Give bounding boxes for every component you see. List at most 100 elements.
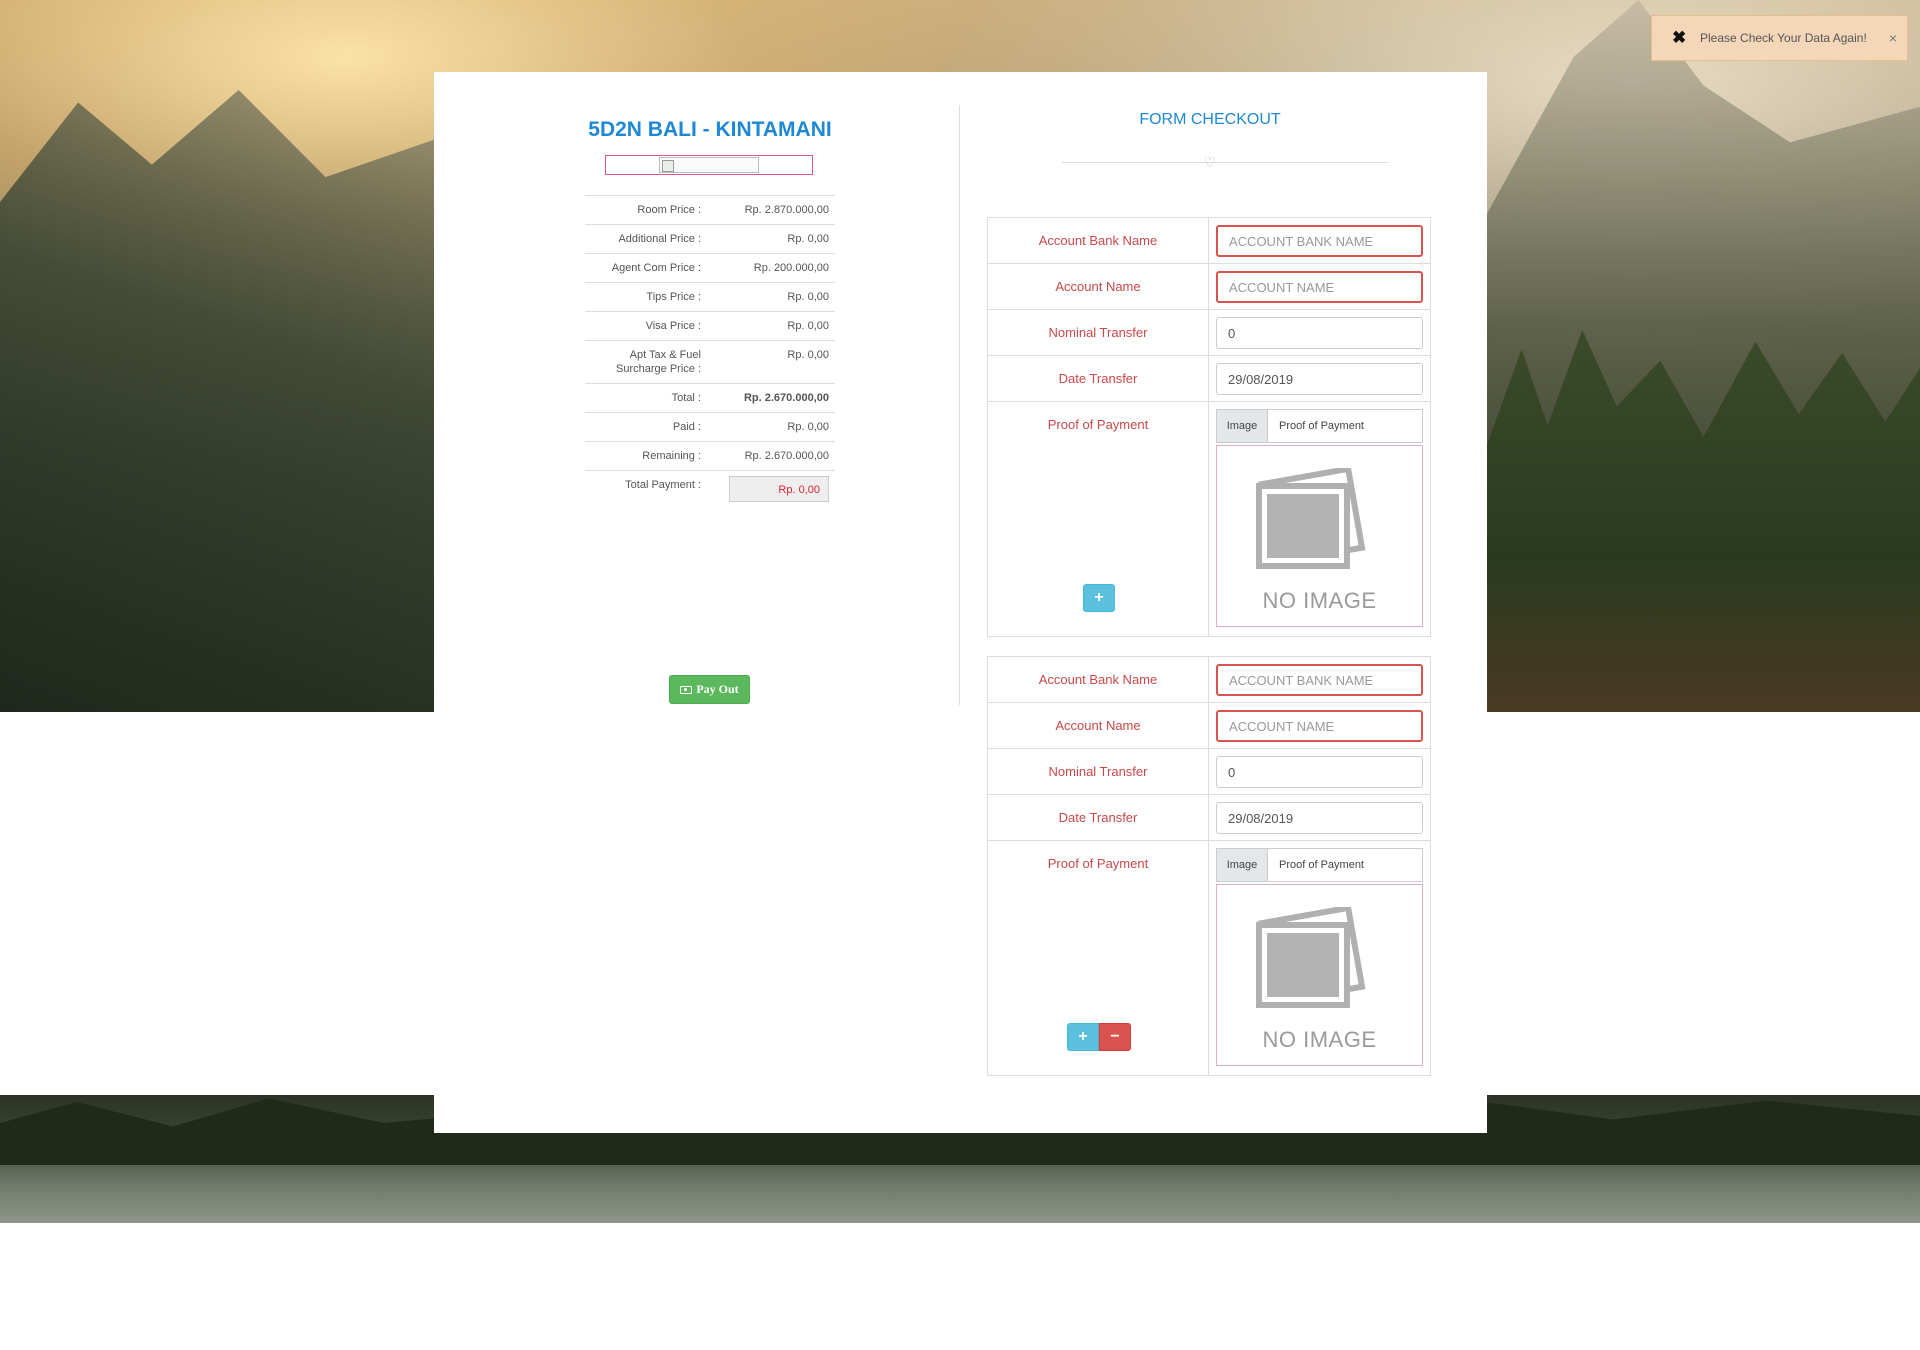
file-addon-label: Image [1217,410,1268,442]
file-name-label: Proof of Payment [1268,849,1422,881]
date-transfer-cell [1209,356,1430,401]
price-label: Agent Com Price : [611,262,701,274]
price-label-line: Surcharge Price : [616,363,701,375]
date-transfer-input[interactable] [1216,802,1423,834]
image-preview: NO IMAGE [1216,445,1423,627]
add-entry-button[interactable]: + [1083,584,1115,612]
account-bank-name-cell [1209,218,1430,263]
price-row-remaining: Remaining : Rp. 2.670.000,00 [585,442,835,471]
price-row-room: Room Price : Rp. 2.870.000,00 [585,196,835,225]
pay-out-button[interactable]: Pay Out [669,675,750,704]
file-addon-label: Image [1217,849,1268,881]
price-label: Remaining : [642,450,701,462]
proof-of-payment-label-cell: Proof of Payment + [988,402,1209,636]
price-value: Rp. 2.870.000,00 [744,204,829,216]
price-value: Rp. 200.000,00 [753,262,829,274]
row-account-name: Account Name [988,703,1430,749]
date-transfer-cell [1209,795,1430,840]
image-preview: NO IMAGE [1216,884,1423,1066]
price-row-visa: Visa Price : Rp. 0,00 [585,312,835,341]
row-date-transfer: Date Transfer [988,795,1430,841]
proof-of-payment-label-cell: Proof of Payment + − [988,841,1209,1075]
account-bank-name-cell [1209,657,1430,702]
no-image-photo-icon [1256,468,1366,569]
row-account-name: Account Name [988,264,1430,310]
no-image-photo-icon [1256,907,1366,1008]
account-name-cell [1209,703,1430,748]
price-value: Rp. 0,00 [787,320,829,332]
row-date-transfer: Date Transfer [988,356,1430,402]
proof-of-payment-cell: Image Proof of Payment NO IMAGE [1209,841,1430,1075]
add-entry-button[interactable]: + [1067,1023,1099,1051]
total-payment-cell: Rp. 0,00 [713,476,835,502]
date-transfer-input[interactable] [1216,363,1423,395]
price-label: Paid : [672,421,701,433]
price-value: Rp. 2.670.000,00 [744,450,829,462]
row-nominal-transfer: Nominal Transfer [988,310,1430,356]
package-image-frame [605,155,813,175]
account-bank-name-label: Account Bank Name [988,657,1209,702]
price-label: Total Payment : [625,479,701,491]
price-label: Room Price : [637,204,701,216]
nominal-transfer-input[interactable] [1216,756,1423,788]
price-row-apt-tax: Apt Tax & Fuel Surcharge Price : Rp. 0,0… [585,341,835,384]
x-icon: ✖ [1672,28,1687,47]
minus-icon: − [1110,1028,1120,1045]
background-mountain-left [0,90,434,712]
row-proof-of-payment: Proof of Payment + − Image Proof of Paym… [988,841,1430,1075]
price-label: Tips Price : [646,291,701,303]
remove-entry-button[interactable]: − [1099,1023,1131,1051]
proof-of-payment-cell: Image Proof of Payment NO IMAGE [1209,402,1430,636]
date-transfer-label: Date Transfer [988,356,1209,401]
price-row-tips: Tips Price : Rp. 0,00 [585,283,835,312]
ornament-line-right [1223,162,1388,163]
price-value: Rp. 0,00 [787,421,829,433]
no-image-text: NO IMAGE [1262,1027,1377,1052]
nominal-transfer-label: Nominal Transfer [988,749,1209,794]
package-title: 5D2N BALI - KINTAMANI [588,118,832,141]
account-name-input[interactable] [1216,710,1423,742]
proof-of-payment-label: Proof of Payment [1047,856,1149,871]
total-payment-field: Rp. 0,00 [729,476,829,502]
price-value: Rp. 0,00 [787,233,829,245]
nominal-transfer-cell [1209,310,1430,355]
price-label: Total : [671,392,701,404]
price-row-agent-com: Agent Com Price : Rp. 200.000,00 [585,254,835,283]
account-name-label: Account Name [988,703,1209,748]
file-upload-group[interactable]: Image Proof of Payment [1216,848,1423,882]
toast-message: Please Check Your Data Again! [1700,31,1867,45]
pay-out-label: Pay Out [696,682,739,696]
account-bank-name-input[interactable] [1216,664,1423,696]
price-label: Additional Price : [618,233,701,245]
plus-icon: + [1078,1028,1088,1045]
price-row-total: Total : Rp. 2.670.000,00 [585,384,835,413]
price-label: Apt Tax & Fuel Surcharge Price : [585,348,713,376]
close-icon[interactable]: × [1889,30,1897,46]
account-name-cell [1209,264,1430,309]
date-transfer-label: Date Transfer [988,795,1209,840]
no-image-text: NO IMAGE [1262,588,1377,613]
heart-icon: ♡ [1203,154,1217,170]
price-summary-table: Room Price : Rp. 2.870.000,00 Additional… [585,195,835,509]
price-label: Visa Price : [645,320,701,332]
row-account-bank-name: Account Bank Name [988,218,1430,264]
row-nominal-transfer: Nominal Transfer [988,749,1430,795]
price-row-paid: Paid : Rp. 0,00 [585,413,835,442]
price-value: Rp. 0,00 [787,291,829,303]
nominal-transfer-label: Nominal Transfer [988,310,1209,355]
form-title: FORM CHECKOUT [1139,111,1281,128]
error-toast: ✖ Please Check Your Data Again! × [1651,15,1908,61]
price-value: Rp. 0,00 [787,349,829,361]
account-bank-name-input[interactable] [1216,225,1423,257]
file-upload-group[interactable]: Image Proof of Payment [1216,409,1423,443]
price-label-line: Apt Tax & Fuel [629,349,701,361]
nominal-transfer-input[interactable] [1216,317,1423,349]
account-bank-name-label: Account Bank Name [988,218,1209,263]
row-proof-of-payment: Proof of Payment + Image Proof of Paymen… [988,402,1430,636]
nominal-transfer-cell [1209,749,1430,794]
price-row-additional: Additional Price : Rp. 0,00 [585,225,835,254]
file-name-label: Proof of Payment [1268,410,1422,442]
account-name-label: Account Name [988,264,1209,309]
account-name-input[interactable] [1216,271,1423,303]
row-account-bank-name: Account Bank Name [988,657,1430,703]
